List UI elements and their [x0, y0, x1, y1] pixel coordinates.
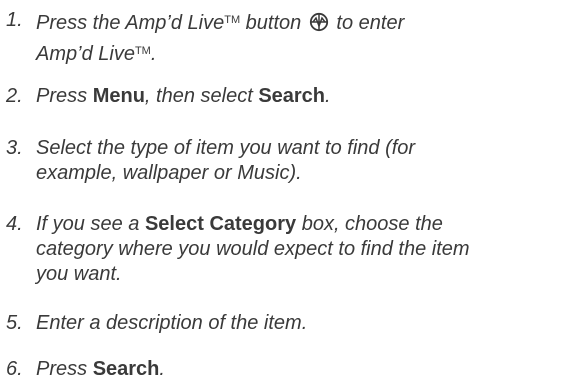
step-number: 5. [6, 312, 23, 334]
step-text: Select the type of item you want to find… [36, 136, 560, 186]
step-text-part: , then select [144, 85, 259, 107]
select-category-label: Select Category [144, 213, 297, 235]
step-text-part: Press [36, 358, 93, 380]
step-text-part: example, wallpaper or Music). [36, 162, 302, 184]
step-3: 3. Select the type of item you want to f… [0, 136, 560, 186]
step-text-part: Select the type of item you want to find… [36, 137, 416, 159]
step-text-part: Press [36, 85, 93, 107]
step-text: Enter a description of the item. [36, 311, 560, 336]
step-5: 5. Enter a description of the item. [0, 311, 560, 336]
search-key-label: Search [92, 358, 160, 380]
step-text-part: If you see a [36, 213, 145, 235]
step-number: 2. [6, 85, 23, 107]
step-2: 2. Press Menu, then select Search. [0, 84, 560, 109]
step-text-part: box, choose the [296, 213, 443, 235]
step-text-part: to enter [330, 12, 405, 34]
step-text-part: category where you would expect to find … [36, 238, 470, 260]
step-text-part: . [325, 85, 331, 107]
ampd-live-button-icon [309, 12, 329, 39]
step-text-part: Press the Amp’d Live [36, 12, 225, 34]
step-text: Press the Amp’d LiveTM button to enter A… [36, 8, 560, 67]
search-option-label: Search [258, 85, 326, 107]
step-number: 1. [6, 9, 23, 31]
step-4: 4. If you see a Select Category box, cho… [0, 212, 560, 287]
step-text-part: Amp’d Live [36, 43, 135, 65]
trademark-mark: TM [224, 14, 241, 26]
step-text-part: Enter a description of the item. [36, 312, 308, 334]
step-6: 6. Press Search. [0, 357, 560, 382]
step-text-part: . [159, 358, 165, 380]
step-text-part: you want. [36, 263, 122, 285]
instruction-steps: 1. Press the Amp’d LiveTM button to ente… [0, 0, 570, 387]
step-text: Press Menu, then select Search. [36, 84, 560, 109]
step-text-part: button [240, 12, 307, 34]
step-text: Press Search. [36, 357, 560, 382]
trademark-mark: TM [134, 45, 151, 57]
step-1: 1. Press the Amp’d LiveTM button to ente… [0, 8, 560, 67]
step-number: 3. [6, 137, 23, 159]
menu-key-label: Menu [92, 85, 145, 107]
step-text-part: . [150, 43, 157, 65]
step-number: 6. [6, 358, 23, 380]
step-number: 4. [6, 213, 23, 235]
step-text: If you see a Select Category box, choose… [36, 212, 560, 287]
